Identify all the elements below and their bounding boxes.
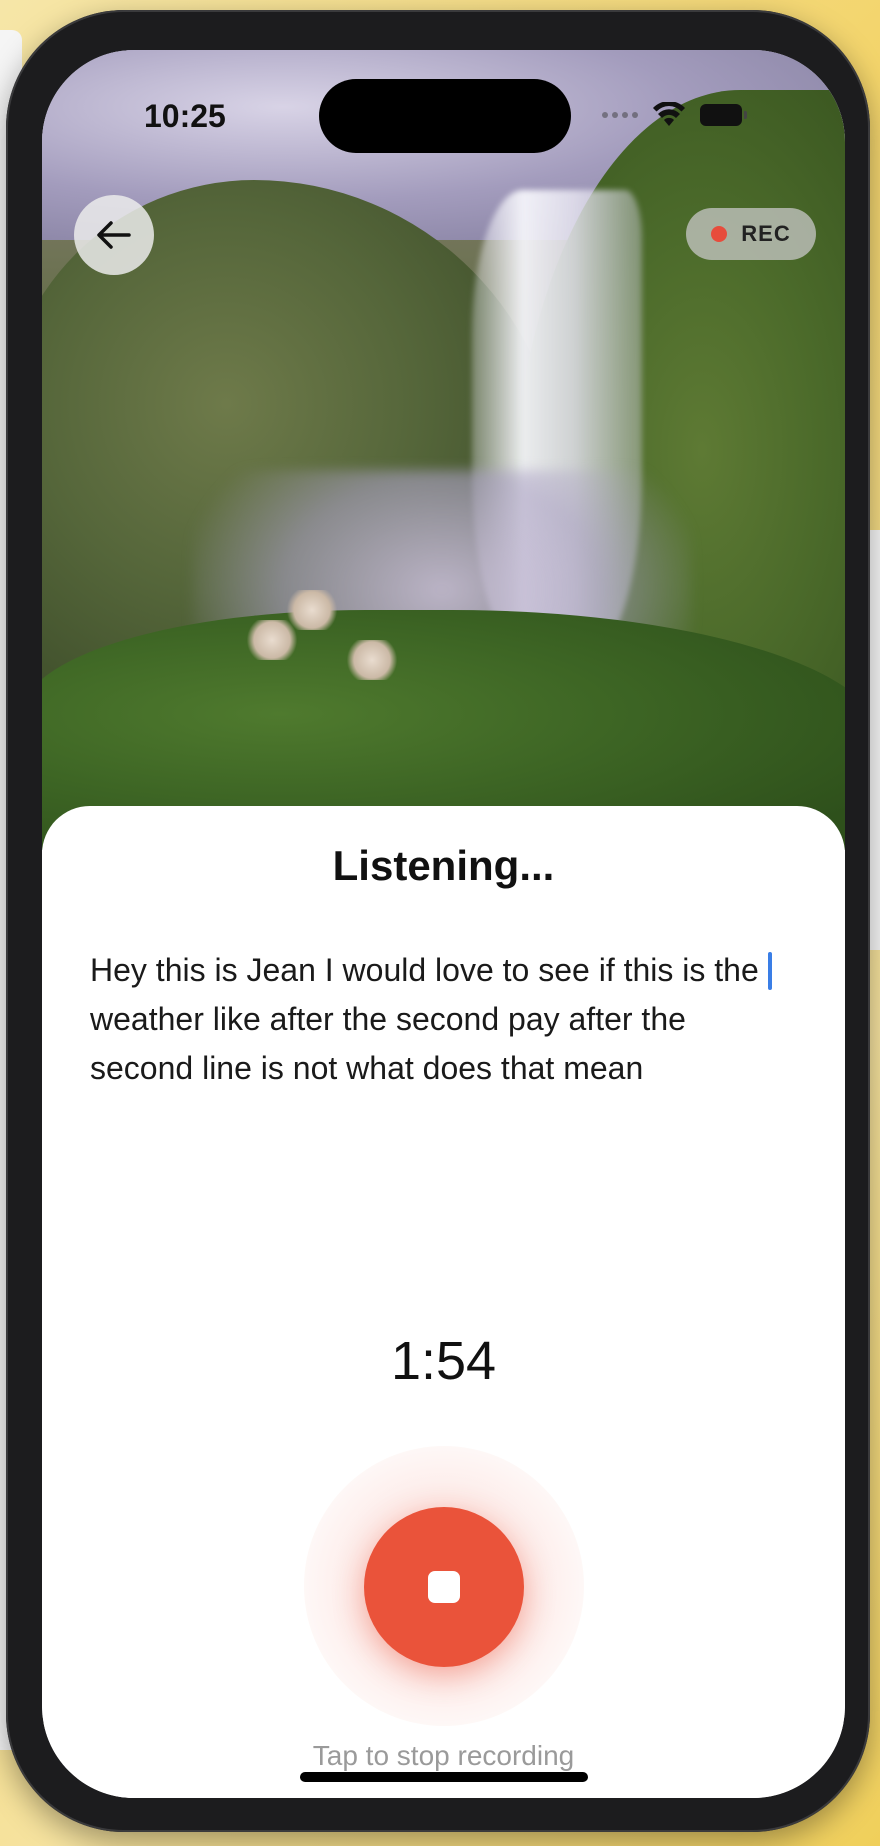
stop-icon xyxy=(428,1571,460,1603)
cellular-signal-icon xyxy=(602,112,638,118)
dynamic-island xyxy=(319,79,571,153)
listening-sheet: Listening... Hey this is Jean I would lo… xyxy=(42,806,845,1798)
phone-frame: 10:25 REC Listening... Hey this is Jean … xyxy=(6,10,870,1832)
text-cursor xyxy=(768,952,772,990)
status-time: 10:25 xyxy=(144,98,226,134)
transcript-text: Hey this is Jean I would love to see if … xyxy=(90,952,759,1086)
recording-timer: 1:54 xyxy=(390,1331,497,1391)
recording-indicator: REC xyxy=(686,208,816,260)
stop-hint-text: Tap to stop recording xyxy=(312,1740,575,1771)
waterfall-photo xyxy=(42,50,845,850)
rec-label: REC xyxy=(741,221,791,246)
back-button[interactable] xyxy=(74,195,154,275)
arrow-left-icon xyxy=(97,221,131,249)
stop-recording-button[interactable] xyxy=(364,1507,524,1667)
phone-screen: 10:25 REC Listening... Hey this is Jean … xyxy=(42,50,845,1798)
battery-icon xyxy=(700,104,747,126)
background-window-right xyxy=(870,530,880,950)
photo-flower xyxy=(342,640,402,680)
sheet-title: Listening... xyxy=(332,842,555,889)
record-dot-icon xyxy=(711,226,728,242)
home-indicator[interactable] xyxy=(300,1772,588,1782)
photo-flower xyxy=(282,590,342,630)
status-icons xyxy=(602,102,747,128)
wifi-icon xyxy=(653,102,685,126)
